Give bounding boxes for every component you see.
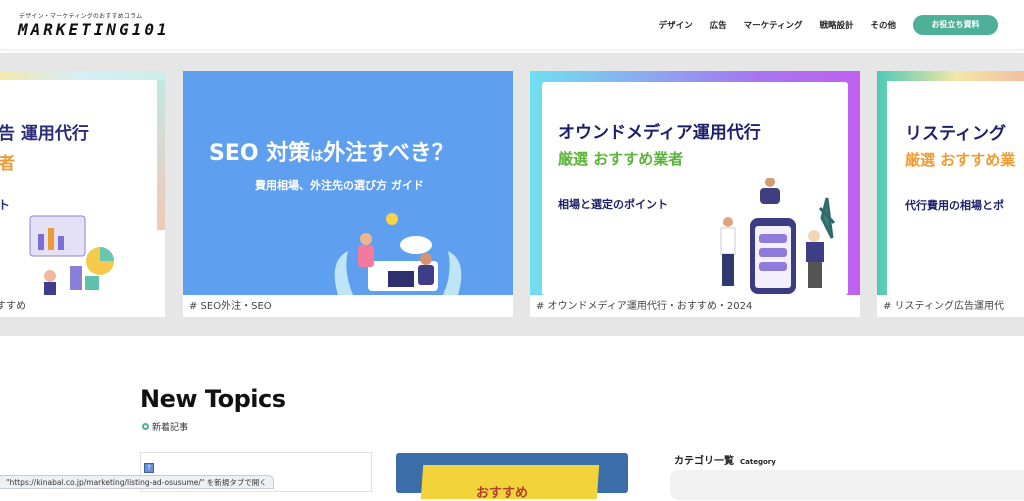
section-title: New Topics	[140, 385, 286, 413]
resources-button[interactable]: お役立ち資料	[913, 15, 998, 35]
slide-1-tag[interactable]: すすめ	[0, 297, 26, 312]
featured-carousel: 告 運用代行 者 ト すすめ SEO 対策は外注すべき？ 費用相場、外注先の選び…	[0, 53, 1024, 336]
slide-2-image: SEO 対策は外注すべき？ 費用相場、外注先の選び方 ガイド	[183, 71, 513, 295]
slide-2-title-small: は	[310, 149, 324, 164]
slide-3-subtitle: 相場と選定のポイント	[558, 198, 668, 211]
sidebar-title-jp: カテゴリ一覧	[674, 456, 734, 467]
nav-item-strategy[interactable]: 戦略設計	[819, 19, 853, 31]
carousel-slide-3[interactable]: オウンドメディア運用代行 厳選 おすすめ業者 相場と選定のポイント # オウンド…	[530, 71, 860, 317]
slide-3-title-2: 厳選 おすすめ業者	[558, 150, 684, 168]
logo-tagline: デザイン・マーケティングのおすすめコラム	[19, 13, 143, 20]
slide-1-line: ト	[0, 198, 11, 212]
nav-item-other[interactable]: その他	[870, 19, 896, 31]
slide-1-title-2: 者	[0, 154, 15, 174]
dashboard-illustration	[29, 215, 114, 295]
main-nav: デザイン 広告 マーケティング 戦略設計 その他	[642, 19, 896, 31]
nav-item-design[interactable]: デザイン	[659, 19, 693, 31]
section-subtitle: 新着記事	[152, 423, 189, 433]
carousel-slide-2[interactable]: SEO 対策は外注すべき？ 費用相場、外注先の選び方 ガイド # SEO外注・S…	[183, 71, 513, 317]
phone-illustration	[720, 178, 836, 294]
slide-4-title-2: 厳選 おすすめ業	[905, 151, 1016, 169]
slide-4-image: リスティング 厳選 おすすめ業 代行費用の相場とポ	[877, 71, 1024, 295]
slide-1-image: 告 運用代行 者 ト	[0, 71, 165, 295]
carousel-slide-4[interactable]: リスティング 厳選 おすすめ業 代行費用の相場とポ # リスティング広告運用代	[877, 71, 1024, 317]
slide-4-subtitle: 代行費用の相場とポ	[905, 199, 1004, 212]
slide-4-tag[interactable]: # リスティング広告運用代	[883, 297, 1004, 312]
slide-2-title-a: SEO 対策	[209, 141, 311, 166]
site-logo[interactable]: MARKETING101	[18, 20, 170, 39]
slide-2-subtitle: 費用相場、外注先の選び方 ガイド	[255, 179, 424, 192]
sidebar-title-en: Category	[740, 458, 776, 466]
sidebar-category-box	[670, 470, 1024, 500]
card-banner-text: おすすめ	[476, 486, 529, 501]
slide-3-image: オウンドメディア運用代行 厳選 おすすめ業者 相場と選定のポイント	[530, 71, 860, 295]
slide-2-tag[interactable]: # SEO外注・SEO	[189, 297, 272, 312]
site-header: デザイン・マーケティングのおすすめコラム MARKETING101 デザイン 広…	[0, 0, 1024, 50]
nav-item-ads[interactable]: 広告	[710, 19, 727, 31]
slide-4-title: リスティング	[905, 124, 1006, 144]
slide-3-title: オウンドメディア運用代行	[558, 123, 761, 143]
article-card-2[interactable]: おすすめ	[396, 453, 628, 501]
nav-item-marketing[interactable]: マーケティング	[744, 19, 803, 31]
browser-status-bar: "https://kinabal.co.jp/marketing/listing…	[0, 475, 274, 489]
broken-image-icon: ?	[144, 463, 154, 473]
slide-3-tag[interactable]: # オウンドメディア運用代行・おすすめ・2024	[536, 297, 752, 312]
circle-icon	[142, 423, 149, 430]
section-subtitle-wrap: 新着記事	[142, 420, 188, 433]
slide-2-title-b: 外注すべき？	[323, 141, 454, 166]
slide-1-title: 告 運用代行	[0, 124, 89, 144]
team-illustration	[334, 213, 462, 295]
sidebar-category-title: カテゴリ一覧 Category	[674, 452, 776, 467]
carousel-slide-1[interactable]: 告 運用代行 者 ト すすめ	[0, 71, 165, 317]
